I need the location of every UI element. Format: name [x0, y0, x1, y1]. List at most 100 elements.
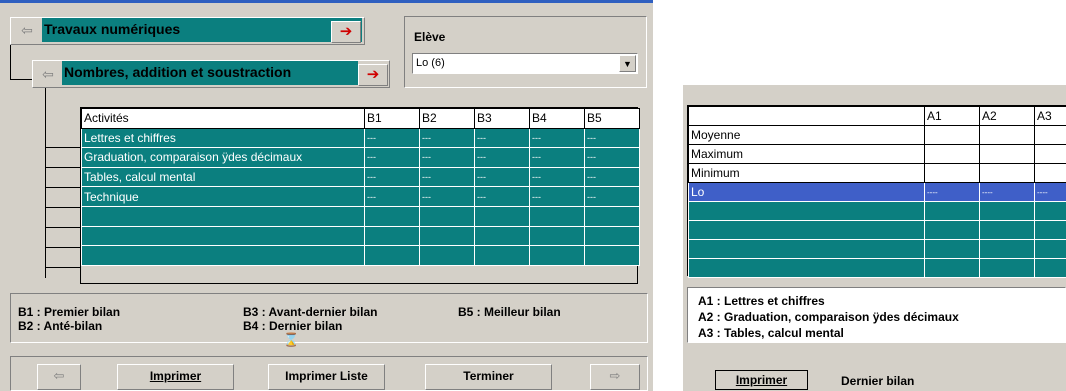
- score-cell[interactable]: ---: [419, 147, 475, 168]
- value-cell[interactable]: ----: [924, 182, 980, 202]
- empty-cell: [924, 220, 980, 240]
- table-row[interactable]: Tables, calcul mental --- --- --- --- --…: [81, 166, 640, 188]
- score-cell[interactable]: ---: [419, 127, 475, 149]
- column-header[interactable]: B3: [474, 108, 530, 129]
- row-label[interactable]: Lo: [688, 182, 925, 202]
- activity-cell[interactable]: Graduation, comparaison ÿdes décimaux: [81, 147, 365, 168]
- score-cell[interactable]: [584, 245, 640, 266]
- table-row[interactable]: [688, 220, 1066, 240]
- score-cell[interactable]: ---: [474, 127, 530, 149]
- score-cell[interactable]: [584, 225, 640, 247]
- table-row[interactable]: [81, 245, 640, 266]
- table-row[interactable]: [81, 225, 640, 247]
- tree-branch: [45, 187, 81, 188]
- score-cell[interactable]: ---: [364, 127, 420, 149]
- value-cell: [924, 163, 980, 183]
- table-row[interactable]: Lettres et chiffres --- --- --- --- ---: [81, 127, 640, 149]
- row-label: Minimum: [688, 163, 925, 183]
- terminer-label: Terminer: [463, 369, 514, 383]
- activity-cell[interactable]: [81, 205, 365, 227]
- score-cell[interactable]: ---: [584, 186, 640, 207]
- imprimer-button[interactable]: Imprimer: [117, 364, 234, 390]
- score-cell[interactable]: [529, 245, 585, 266]
- prev-level2-arrow-icon[interactable]: ⇦: [37, 66, 59, 86]
- value-cell: [1034, 144, 1066, 164]
- summary-table: A1 A2 A3 Moyenne Maximum Minimum Lo ----…: [688, 106, 1066, 278]
- chevron-down-icon[interactable]: ▼: [619, 55, 636, 72]
- table-row[interactable]: Moyenne: [688, 125, 1066, 145]
- score-cell[interactable]: [364, 245, 420, 266]
- column-header[interactable]: A1: [924, 106, 980, 126]
- imprimer-summary-button[interactable]: Imprimer: [715, 370, 808, 390]
- table-row[interactable]: [81, 205, 640, 227]
- empty-cell: [1034, 239, 1066, 259]
- column-header[interactable]: B1: [364, 108, 420, 129]
- next-level2-button[interactable]: ➔: [358, 64, 388, 86]
- table-row[interactable]: Technique --- --- --- --- ---: [81, 186, 640, 207]
- selected-student-row[interactable]: Lo ---- ---- ----: [688, 182, 1066, 202]
- column-header[interactable]: B5: [584, 108, 640, 129]
- value-cell[interactable]: ----: [979, 182, 1035, 202]
- score-cell[interactable]: ---: [529, 127, 585, 149]
- legend-b5: B5 : Meilleur bilan: [458, 305, 561, 319]
- imprimer-liste-button[interactable]: Imprimer Liste: [268, 364, 385, 390]
- score-cell[interactable]: [584, 205, 640, 227]
- table-row[interactable]: Minimum: [688, 163, 1066, 183]
- score-cell[interactable]: ---: [529, 186, 585, 207]
- activity-cell[interactable]: Technique: [81, 186, 365, 207]
- table-row[interactable]: [688, 239, 1066, 259]
- imprimer-liste-label: Imprimer Liste: [285, 369, 368, 383]
- score-cell[interactable]: [474, 245, 530, 266]
- score-cell[interactable]: [419, 205, 475, 227]
- score-cell[interactable]: ---: [584, 127, 640, 149]
- prev-level1-arrow-icon[interactable]: ⇦: [16, 22, 38, 42]
- column-header[interactable]: A2: [979, 106, 1035, 126]
- score-cell[interactable]: ---: [474, 166, 530, 188]
- table-row[interactable]: Maximum: [688, 144, 1066, 164]
- score-cell[interactable]: [529, 205, 585, 227]
- score-cell[interactable]: [474, 225, 530, 247]
- table-row[interactable]: [688, 258, 1066, 278]
- score-cell[interactable]: [419, 225, 475, 247]
- score-cell[interactable]: [364, 205, 420, 227]
- column-header: [688, 106, 925, 126]
- score-cell[interactable]: [419, 245, 475, 266]
- score-cell[interactable]: ---: [474, 147, 530, 168]
- score-cell[interactable]: ---: [529, 147, 585, 168]
- score-cell[interactable]: ---: [364, 147, 420, 168]
- score-cell[interactable]: ---: [584, 147, 640, 168]
- activity-cell[interactable]: Tables, calcul mental: [81, 166, 365, 188]
- tree-branch: [45, 207, 81, 208]
- value-cell[interactable]: ----: [1034, 182, 1066, 202]
- tree-branch: [45, 167, 81, 168]
- next-arrow-icon[interactable]: ⇨: [590, 364, 640, 390]
- score-cell[interactable]: ---: [419, 186, 475, 207]
- score-cell[interactable]: ---: [529, 166, 585, 188]
- column-header[interactable]: B2: [419, 108, 475, 129]
- score-cell[interactable]: ---: [364, 186, 420, 207]
- column-header: Activités: [81, 108, 365, 129]
- score-cell[interactable]: [364, 225, 420, 247]
- column-header[interactable]: A3: [1034, 106, 1066, 126]
- activity-cell[interactable]: [81, 225, 365, 247]
- empty-cell: [688, 201, 925, 221]
- score-cell[interactable]: ---: [419, 166, 475, 188]
- legend-a1: A1 : Lettres et chiffres: [698, 294, 825, 308]
- activity-cell[interactable]: Lettres et chiffres: [81, 127, 365, 149]
- column-header[interactable]: B4: [529, 108, 585, 129]
- terminer-button[interactable]: Terminer: [425, 364, 552, 390]
- score-cell[interactable]: [529, 225, 585, 247]
- eleve-group: [404, 16, 647, 88]
- eleve-select[interactable]: Lo (6) ▼: [412, 53, 638, 74]
- next-level1-button[interactable]: ➔: [331, 21, 361, 43]
- score-cell[interactable]: ---: [584, 166, 640, 188]
- empty-cell: [688, 258, 925, 278]
- table-row[interactable]: Graduation, comparaison ÿdes décimaux --…: [81, 147, 640, 168]
- table-row[interactable]: [688, 201, 1066, 221]
- score-cell[interactable]: ---: [474, 186, 530, 207]
- score-cell[interactable]: ---: [364, 166, 420, 188]
- activity-cell[interactable]: [81, 245, 365, 266]
- score-cell[interactable]: [474, 205, 530, 227]
- activities-grid: Activités B1 B2 B3 B4 B5 Lettres et chif…: [80, 107, 640, 284]
- previous-arrow-icon[interactable]: ⇦: [37, 364, 81, 390]
